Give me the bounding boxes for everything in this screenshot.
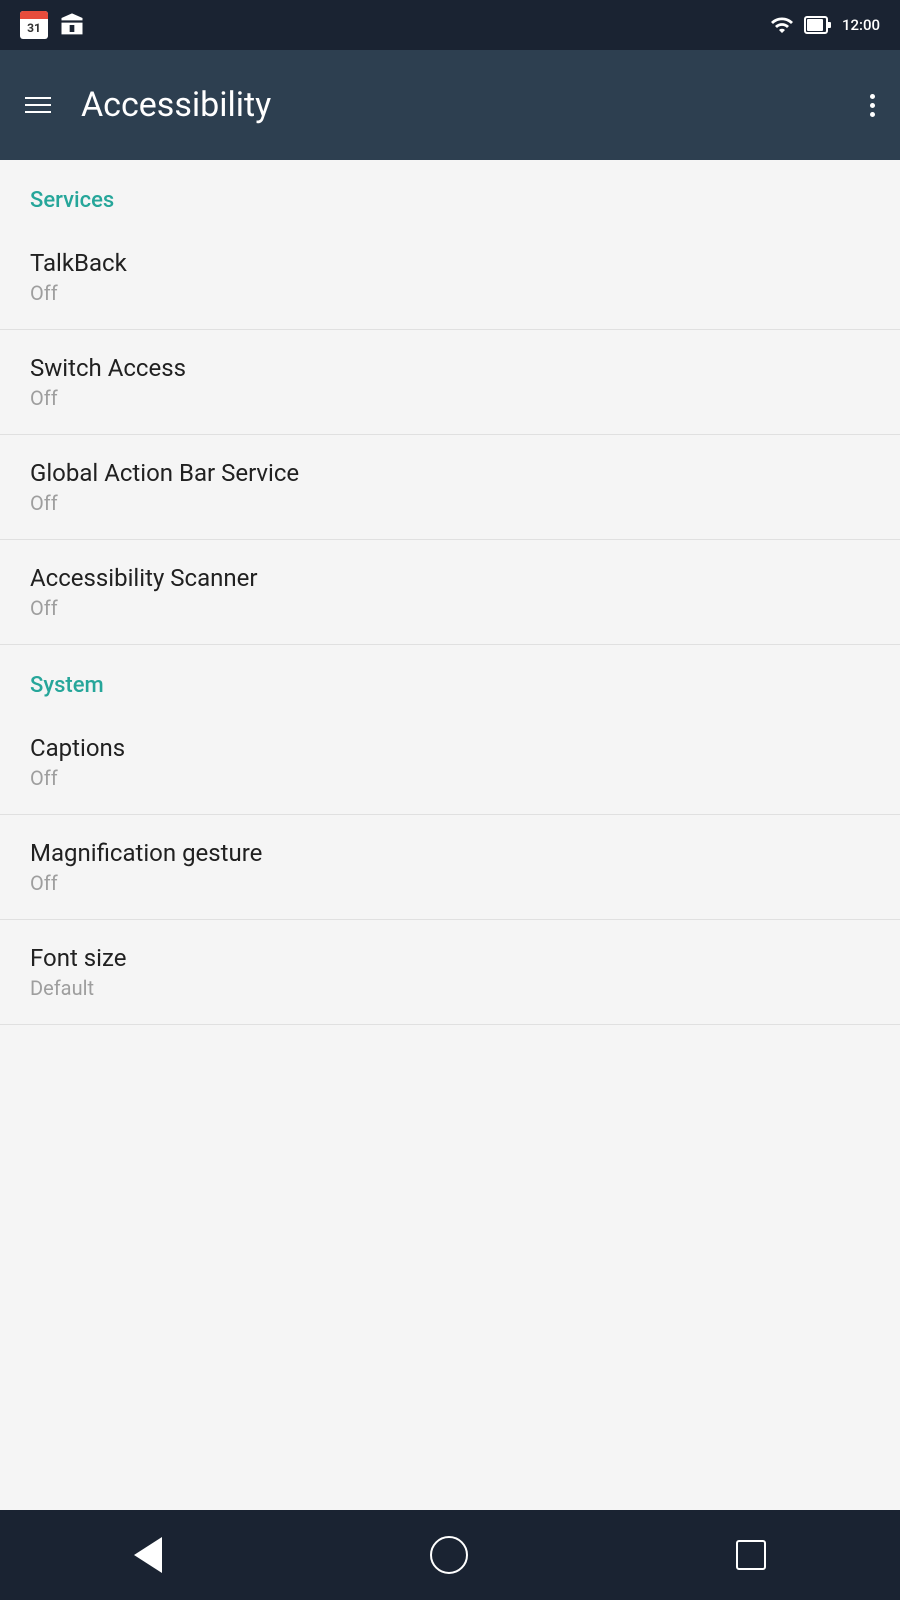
font-size-title: Font size bbox=[30, 944, 870, 972]
status-bar-right: 12:00 bbox=[770, 13, 880, 37]
notification-icon bbox=[58, 11, 86, 39]
talkback-title: TalkBack bbox=[30, 249, 870, 277]
settings-content: Services TalkBack Off Switch Access Off … bbox=[0, 160, 900, 1510]
status-bar: 31 12:00 bbox=[0, 0, 900, 50]
font-size-subtitle: Default bbox=[30, 976, 870, 1000]
accessibility-scanner-subtitle: Off bbox=[30, 596, 870, 620]
global-action-bar-item[interactable]: Global Action Bar Service Off bbox=[0, 435, 900, 540]
global-action-bar-subtitle: Off bbox=[30, 491, 870, 515]
more-options-button[interactable] bbox=[870, 94, 875, 117]
switch-access-subtitle: Off bbox=[30, 386, 870, 410]
switch-access-item[interactable]: Switch Access Off bbox=[0, 330, 900, 435]
magnification-gesture-title: Magnification gesture bbox=[30, 839, 870, 867]
back-icon bbox=[134, 1537, 162, 1573]
calendar-day: 31 bbox=[27, 21, 41, 35]
recents-button[interactable] bbox=[736, 1540, 766, 1570]
font-size-item[interactable]: Font size Default bbox=[0, 920, 900, 1025]
talkback-subtitle: Off bbox=[30, 281, 870, 305]
services-section-header: Services bbox=[0, 160, 900, 225]
system-section-header: System bbox=[0, 645, 900, 710]
talkback-item[interactable]: TalkBack Off bbox=[0, 225, 900, 330]
time-display: 12:00 bbox=[842, 16, 880, 34]
captions-item[interactable]: Captions Off bbox=[0, 710, 900, 815]
captions-title: Captions bbox=[30, 734, 870, 762]
hamburger-menu-button[interactable] bbox=[25, 97, 51, 113]
global-action-bar-title: Global Action Bar Service bbox=[30, 459, 870, 487]
back-button[interactable] bbox=[134, 1537, 162, 1573]
magnification-gesture-item[interactable]: Magnification gesture Off bbox=[0, 815, 900, 920]
captions-subtitle: Off bbox=[30, 766, 870, 790]
home-icon bbox=[430, 1536, 468, 1574]
signal-icon bbox=[770, 13, 794, 37]
battery-icon bbox=[804, 13, 832, 37]
calendar-icon: 31 bbox=[20, 11, 48, 39]
accessibility-scanner-title: Accessibility Scanner bbox=[30, 564, 870, 592]
accessibility-scanner-item[interactable]: Accessibility Scanner Off bbox=[0, 540, 900, 645]
page-title: Accessibility bbox=[81, 85, 870, 125]
home-button[interactable] bbox=[430, 1536, 468, 1574]
status-bar-left: 31 bbox=[20, 11, 86, 39]
recents-icon bbox=[736, 1540, 766, 1570]
switch-access-title: Switch Access bbox=[30, 354, 870, 382]
app-bar: Accessibility bbox=[0, 50, 900, 160]
navigation-bar bbox=[0, 1510, 900, 1600]
magnification-gesture-subtitle: Off bbox=[30, 871, 870, 895]
